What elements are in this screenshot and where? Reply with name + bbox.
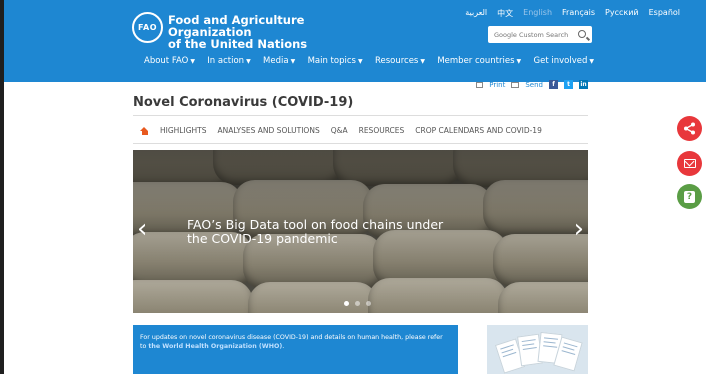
section-tabs: HIGHLIGHTS ANALYSES AND SOLUTIONS Q&A RE… (140, 126, 542, 135)
nav-item-media[interactable]: Media ▼ (263, 56, 295, 70)
carousel-prev-icon[interactable]: ‹ (137, 216, 147, 242)
search-box (488, 26, 592, 43)
lang-french[interactable]: Français (562, 8, 595, 19)
share-icon (684, 122, 695, 135)
caret-down-icon: ▼ (516, 58, 522, 65)
org-name-line1: Food and Agriculture Organization (168, 13, 305, 39)
facebook-icon[interactable]: f (549, 80, 558, 89)
carousel-dot[interactable] (366, 301, 371, 306)
lang-spanish[interactable]: Español (649, 8, 680, 19)
mail-icon (511, 81, 520, 88)
envelope-icon (683, 159, 696, 168)
hero-carousel[interactable]: FAO’s Big Data tool on food chains under… (133, 150, 588, 313)
nav-label: Main topics (307, 56, 356, 66)
documents-thumbnail[interactable] (487, 325, 588, 374)
print-link[interactable]: Print (489, 81, 505, 89)
tab-qa[interactable]: Q&A (331, 126, 348, 135)
search-input[interactable] (488, 30, 568, 39)
share-bar: Print Send f t in (476, 80, 588, 89)
tab-highlights[interactable]: HIGHLIGHTS (160, 126, 207, 135)
lang-russian[interactable]: Русский (605, 8, 639, 19)
nav-label: Get involved (533, 56, 588, 66)
logo-text: FAO (137, 23, 158, 32)
who-link[interactable]: the World Health Organization (WHO) (148, 343, 282, 350)
caret-down-icon: ▼ (357, 58, 363, 65)
twitter-icon[interactable]: t (564, 80, 573, 89)
covid-info-box: For updates on novel coronavirus disease… (133, 325, 458, 374)
nav-label: About FAO (144, 56, 189, 66)
print-icon (476, 81, 484, 88)
nav-item-member-countries[interactable]: Member countries ▼ (437, 56, 521, 70)
nav-item-about[interactable]: About FAO ▼ (144, 56, 195, 70)
tab-resources[interactable]: RESOURCES (359, 126, 405, 135)
help-button[interactable]: ? (677, 184, 702, 209)
fao-logo[interactable]: FAO (132, 12, 163, 43)
nav-label: Member countries (437, 56, 515, 66)
nav-label: Resources (374, 56, 419, 66)
home-icon[interactable] (140, 126, 149, 135)
nav-label: In action (207, 56, 245, 66)
nav-label: Media (263, 56, 289, 66)
caret-down-icon: ▼ (420, 58, 425, 65)
caret-down-icon: ▼ (290, 58, 296, 65)
carousel-dots (344, 301, 371, 306)
carousel-dot[interactable] (355, 301, 360, 306)
info-end: . (282, 343, 285, 350)
divider (133, 115, 588, 116)
nav-item-in-action[interactable]: In action ▼ (207, 56, 250, 70)
page-title: Novel Coronavirus (COVID-19) (133, 95, 354, 110)
org-name[interactable]: Food and Agriculture Organization of the… (168, 14, 328, 50)
main-nav: About FAO ▼ In action ▼ Media ▼ Main topics… (144, 56, 594, 70)
language-selector: العربية 中文 English Français Русский Espa… (465, 8, 680, 19)
question-icon: ? (684, 190, 695, 203)
lang-english[interactable]: English (523, 8, 552, 19)
lang-chinese[interactable]: 中文 (497, 8, 513, 19)
hero-caption[interactable]: FAO’s Big Data tool on food chains under… (187, 218, 447, 246)
lang-arabic[interactable]: العربية (465, 8, 487, 19)
email-button[interactable] (677, 151, 702, 176)
tab-analyses-and-solutions[interactable]: ANALYSES AND SOLUTIONS (218, 126, 320, 135)
carousel-next-icon[interactable]: › (574, 216, 584, 242)
caret-down-icon: ▼ (589, 58, 594, 65)
nav-item-main-topics[interactable]: Main topics ▼ (308, 56, 363, 70)
share-button[interactable] (677, 116, 702, 141)
org-name-line2: of the United Nations (168, 37, 308, 51)
nav-item-get-involved[interactable]: Get involved ▼ (534, 56, 594, 70)
tab-crop-calendars[interactable]: CROP CALENDARS AND COVID-19 (415, 126, 542, 135)
linkedin-icon[interactable]: in (579, 80, 588, 89)
send-link[interactable]: Send (525, 81, 543, 89)
caret-down-icon: ▼ (246, 58, 251, 65)
search-icon[interactable] (578, 30, 586, 38)
caret-down-icon: ▼ (190, 58, 195, 65)
page: FAO Food and Agriculture Organization of… (0, 0, 706, 374)
nav-item-resources[interactable]: Resources ▼ (375, 56, 425, 70)
carousel-dot[interactable] (344, 301, 349, 306)
divider (133, 143, 588, 144)
